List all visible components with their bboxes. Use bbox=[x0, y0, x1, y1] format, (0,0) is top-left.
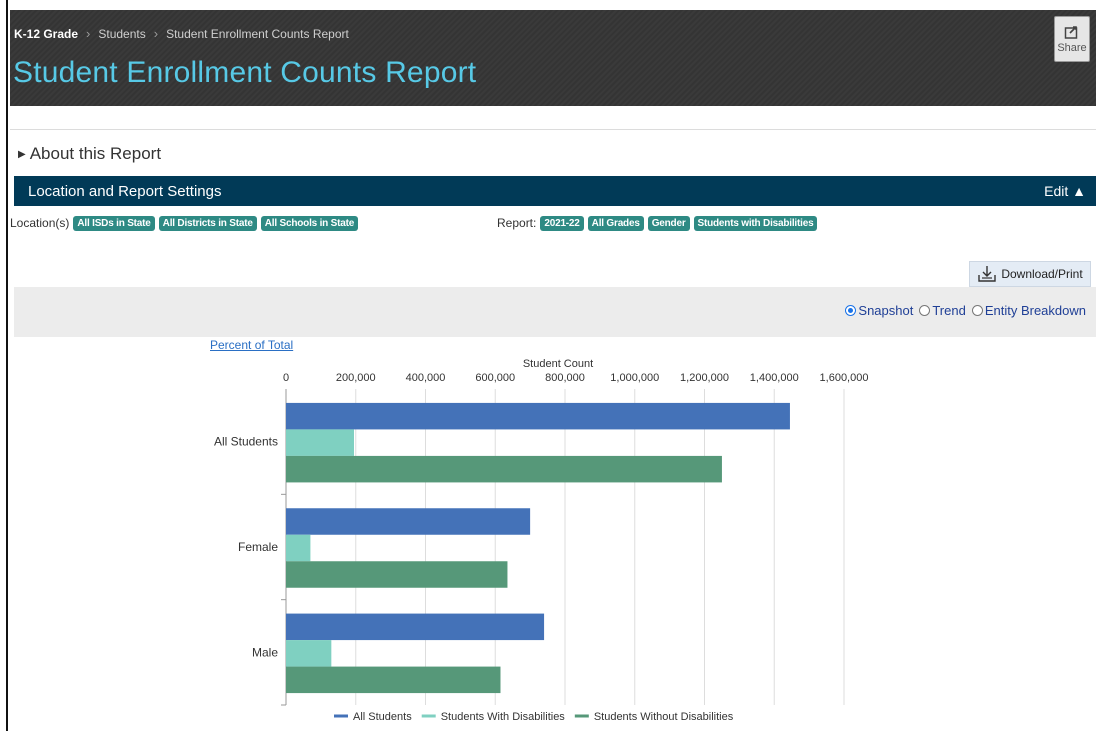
x-tick-label: 1,400,000 bbox=[750, 372, 799, 384]
report-chip-disabilities[interactable]: Students with Disabilities bbox=[693, 215, 818, 231]
about-report-toggle[interactable]: ▶ About this Report bbox=[18, 144, 161, 164]
x-tick-label: 400,000 bbox=[406, 372, 446, 384]
location-filters: Location(s) All ISDs in State All Distri… bbox=[10, 214, 359, 232]
breadcrumb: K-12 Grade › Students › Student Enrollme… bbox=[14, 26, 349, 41]
download-icon bbox=[978, 266, 997, 282]
report-chip-grades[interactable]: All Grades bbox=[587, 215, 644, 231]
bar bbox=[286, 666, 501, 694]
location-label: Location(s) bbox=[10, 216, 70, 230]
category-label: All Students bbox=[214, 435, 278, 449]
bar bbox=[286, 402, 790, 430]
legend-label: Students Without Disabilities bbox=[594, 711, 734, 723]
bar bbox=[286, 613, 545, 641]
location-chip-districts[interactable]: All Districts in State bbox=[158, 215, 257, 231]
report-chip-year[interactable]: 2021-22 bbox=[540, 215, 584, 231]
x-tick-label: 0 bbox=[283, 372, 289, 384]
divider bbox=[10, 129, 1096, 130]
share-label: Share bbox=[1057, 42, 1087, 54]
location-chip-schools[interactable]: All Schools in State bbox=[260, 215, 359, 231]
about-report-label: About this Report bbox=[29, 144, 162, 163]
breadcrumb-current: Student Enrollment Counts Report bbox=[166, 26, 349, 41]
location-settings-bar: Location and Report Settings Edit ▲ bbox=[14, 176, 1096, 206]
report-label: Report: bbox=[497, 216, 537, 230]
report-filters: Report: 2021-22 All Grades Gender Studen… bbox=[497, 214, 818, 232]
download-print-button[interactable]: Download/Print bbox=[969, 261, 1091, 287]
entity-breakdown-radio[interactable]: Entity Breakdown bbox=[971, 303, 1086, 318]
location-chip-isds[interactable]: All ISDs in State bbox=[73, 215, 155, 231]
x-tick-label: 800,000 bbox=[545, 372, 585, 384]
trend-radio[interactable]: Trend bbox=[919, 303, 966, 318]
window-left-edge bbox=[0, 0, 8, 731]
x-tick-label: 200,000 bbox=[336, 372, 376, 384]
report-chip-gender[interactable]: Gender bbox=[647, 215, 690, 231]
bar bbox=[286, 534, 311, 562]
category-label: Female bbox=[238, 540, 278, 554]
bar bbox=[286, 561, 508, 588]
legend-label: All Students bbox=[353, 711, 412, 723]
caret-right-icon: ▶ bbox=[18, 148, 26, 160]
x-tick-label: 1,200,000 bbox=[680, 372, 729, 384]
breadcrumb-students-link[interactable]: Students bbox=[98, 27, 145, 41]
edit-settings-button[interactable]: Edit ▲ bbox=[1044, 183, 1086, 199]
bar bbox=[286, 429, 355, 456]
share-button[interactable]: Share bbox=[1054, 16, 1090, 62]
bar bbox=[286, 640, 332, 667]
page-title: Student Enrollment Counts Report bbox=[13, 56, 477, 89]
radio-selected-icon bbox=[845, 305, 857, 316]
chart-title: Student Count bbox=[523, 358, 593, 370]
category-label: Male bbox=[252, 645, 278, 659]
radio-empty-icon bbox=[971, 305, 983, 316]
radio-empty-icon bbox=[919, 305, 931, 316]
legend-label: Students With Disabilities bbox=[441, 711, 566, 723]
trend-label: Trend bbox=[932, 303, 966, 318]
chevron-right-icon: › bbox=[86, 26, 91, 41]
breadcrumb-home-link[interactable]: K-12 Grade bbox=[14, 27, 78, 41]
entity-breakdown-label: Entity Breakdown bbox=[984, 303, 1086, 318]
settings-title: Location and Report Settings bbox=[28, 182, 222, 200]
view-mode-radios: Snapshot Trend Entity Breakdown bbox=[845, 303, 1086, 318]
chevron-right-icon: › bbox=[153, 26, 159, 41]
page-header: K-12 Grade › Students › Student Enrollme… bbox=[10, 10, 1096, 106]
snapshot-radio[interactable]: Snapshot bbox=[845, 303, 913, 318]
x-tick-label: 1,600,000 bbox=[820, 372, 869, 384]
snapshot-label: Snapshot bbox=[858, 303, 914, 318]
x-tick-label: 600,000 bbox=[475, 372, 515, 384]
share-icon bbox=[1064, 26, 1078, 39]
x-tick-label: 1,000,000 bbox=[610, 372, 659, 384]
view-options-bar: Snapshot Trend Entity Breakdown bbox=[14, 287, 1096, 337]
bar bbox=[286, 508, 531, 535]
download-print-label: Download/Print bbox=[1001, 267, 1083, 281]
enrollment-bar-chart: Student Count 0 200,000 400,000 600,000 800,0… bbox=[214, 358, 869, 723]
bar bbox=[286, 455, 722, 483]
